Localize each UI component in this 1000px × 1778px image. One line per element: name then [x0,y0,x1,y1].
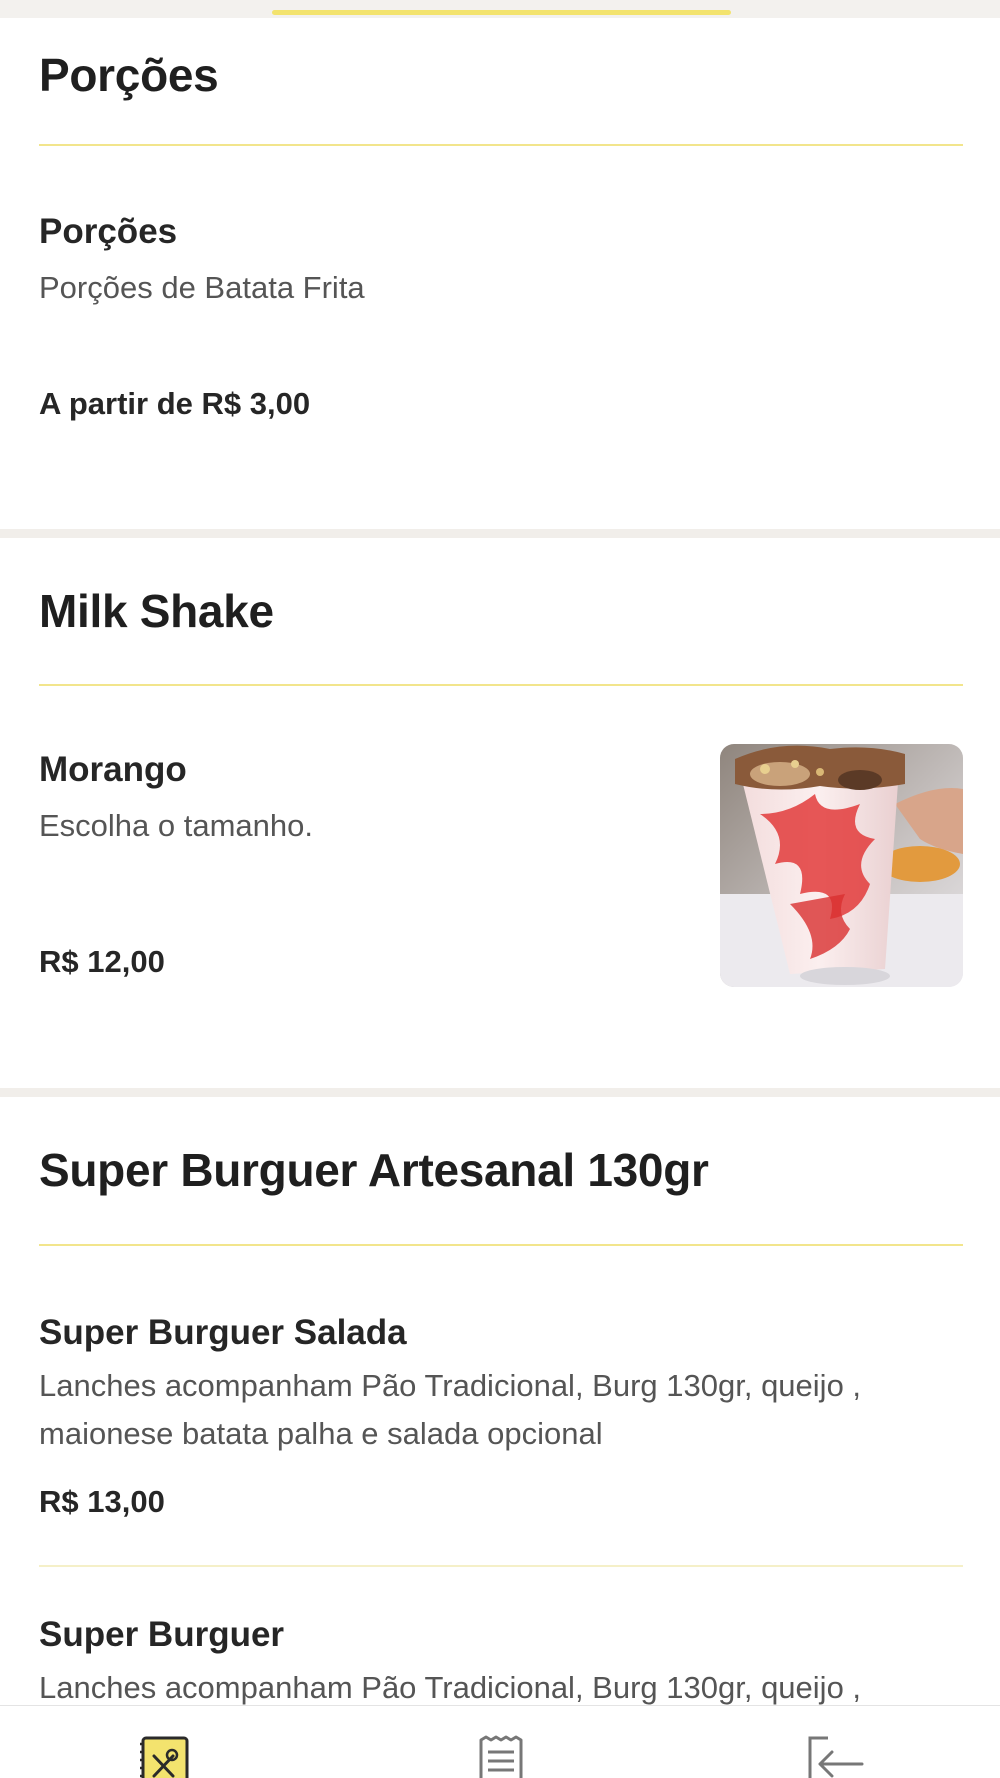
item-name: Super Burguer Salada [39,1313,407,1352]
top-tab-strip [0,0,1000,18]
nav-logout-button[interactable] [795,1734,875,1778]
category-porcoes: Porções Porções Porções de Batata Frita … [0,18,1000,528]
category-divider [39,144,963,146]
item-name: Porções [39,212,178,251]
item-name: Super Burguer [39,1615,285,1654]
item-price: R$ 13,00 [39,1484,165,1519]
milkshake-photo [720,744,963,987]
item-name: Morango [39,750,187,789]
nav-orders-button[interactable] [461,1734,541,1778]
nav-menu-button[interactable] [125,1734,205,1778]
category-divider [39,684,963,686]
item-price: R$ 12,00 [39,944,165,979]
section-separator [0,529,1000,538]
item-divider [39,1565,963,1567]
item-description: Porções de Batata Frita [39,270,365,305]
item-price: A partir de R$ 3,00 [39,386,311,421]
active-tab-indicator [272,10,731,15]
menu-cutlery-icon [140,1736,189,1778]
category-title: Porções [39,49,219,101]
category-title: Super Burguer Artesanal 130gr [39,1144,709,1196]
item-description: Escolha o tamanho. [39,808,314,843]
category-divider [39,1244,963,1246]
receipt-icon [479,1735,523,1778]
category-title: Milk Shake [39,585,274,637]
logout-icon [808,1736,864,1778]
section-separator [0,1088,1000,1097]
menu-screen: Porções Porções Porções de Batata Frita … [0,0,1000,1778]
item-description-line: Lanches acompanham Pão Tradicional, Burg… [39,1368,862,1403]
item-description-line: maionese batata palha e salada opcional [39,1416,603,1451]
bottom-navigation [0,1705,1000,1778]
